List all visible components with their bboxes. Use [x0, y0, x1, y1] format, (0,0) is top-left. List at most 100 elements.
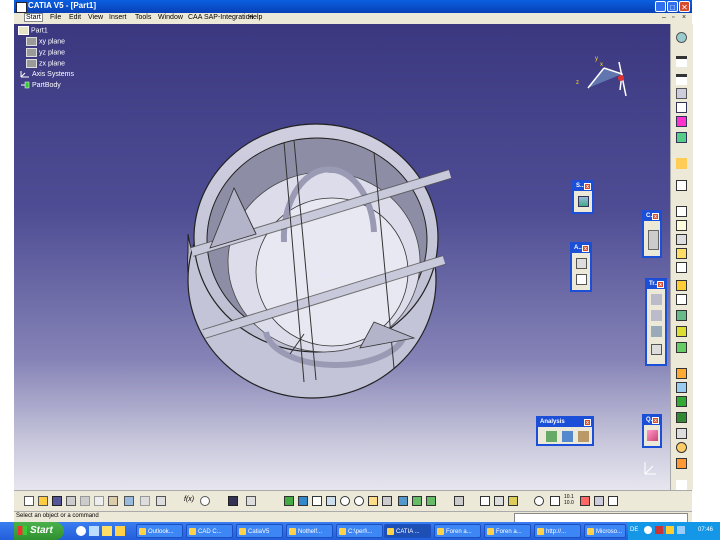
boolean-icon[interactable]: [676, 428, 687, 439]
doc-minimize-button[interactable]: –: [662, 14, 666, 21]
eraser-icon[interactable]: [608, 496, 618, 506]
multi-view-icon[interactable]: [382, 496, 392, 506]
task-outlook[interactable]: Outlook...: [136, 524, 183, 538]
diamond-icon[interactable]: [676, 132, 687, 143]
loft-icon[interactable]: [676, 310, 687, 321]
title-bar[interactable]: CATIA V5 - [Part1] _ □ ✕: [14, 0, 692, 13]
pad-icon[interactable]: [676, 206, 687, 217]
quicklaunch-desktop-icon[interactable]: [89, 526, 99, 536]
quicklaunch-app-icon[interactable]: [115, 526, 125, 536]
formula-button[interactable]: f(x): [184, 496, 194, 503]
paste-icon[interactable]: [108, 496, 118, 506]
palette-q[interactable]: Q... x: [642, 414, 662, 448]
quicklaunch-ie-icon[interactable]: [76, 526, 86, 536]
help-icon[interactable]: [156, 496, 166, 506]
tray-icon-1[interactable]: [644, 526, 652, 534]
task-http[interactable]: http://...: [534, 524, 581, 538]
draft-analysis-icon[interactable]: [546, 431, 557, 442]
task-perl[interactable]: C:\perl\...: [336, 524, 383, 538]
palette-s[interactable]: S... x: [572, 180, 594, 214]
language-indicator[interactable]: DE: [630, 527, 638, 533]
menu-start[interactable]: Start: [24, 13, 43, 22]
task-foren-2[interactable]: Foren a...: [484, 524, 531, 538]
quicklaunch-folder-icon[interactable]: [102, 526, 112, 536]
measure-between-icon[interactable]: [480, 496, 490, 506]
measure-item-icon[interactable]: [494, 496, 504, 506]
copy-icon[interactable]: [94, 496, 104, 506]
menu-view[interactable]: View: [88, 14, 103, 21]
doc-close-button[interactable]: ×: [682, 14, 686, 21]
constraint-tool-icon[interactable]: [648, 230, 659, 250]
rotate-tool-icon[interactable]: [651, 310, 662, 321]
fillet-icon[interactable]: [676, 326, 687, 337]
measure-icon[interactable]: [676, 116, 687, 127]
task-cad[interactable]: CAD C...: [186, 524, 233, 538]
maximize-button[interactable]: □: [667, 1, 678, 12]
palette-close-button[interactable]: x: [657, 281, 664, 288]
tree-node-xy-plane[interactable]: xy plane: [18, 37, 74, 48]
grid-tool-icon[interactable]: [576, 258, 587, 269]
doc-restore-button[interactable]: ▫: [672, 14, 674, 21]
rotate-view-icon[interactable]: [326, 496, 336, 506]
swap-visible-icon[interactable]: [246, 496, 256, 506]
tree-node-zx-plane[interactable]: zx plane: [18, 59, 74, 70]
shell-icon[interactable]: [676, 382, 687, 393]
3d-part-model[interactable]: [174, 122, 466, 400]
menu-caa-sap-integration[interactable]: CAA SAP-Integration: [188, 14, 253, 21]
print-icon[interactable]: [66, 496, 76, 506]
sphere-icon[interactable]: [676, 442, 687, 453]
rib-icon[interactable]: [676, 280, 687, 291]
tree-node-yz-plane[interactable]: yz plane: [18, 48, 74, 59]
tree-node-axis-systems[interactable]: Axis Systems: [18, 70, 74, 81]
start-button[interactable]: Start: [14, 522, 64, 540]
pocket-icon[interactable]: [676, 220, 687, 231]
hide-icon[interactable]: [454, 496, 464, 506]
groove-icon[interactable]: [676, 248, 687, 259]
menu-insert[interactable]: Insert: [109, 14, 127, 21]
scale-tool-icon[interactable]: [651, 344, 662, 355]
task-microsoft[interactable]: Microso...: [584, 524, 626, 538]
knowledge-icon[interactable]: [580, 496, 590, 506]
cut-icon[interactable]: [80, 496, 90, 506]
axis-icon[interactable]: [550, 496, 560, 506]
palette-analysis[interactable]: Analysis x: [536, 416, 594, 446]
shaft-icon[interactable]: [676, 234, 687, 245]
compass-icon[interactable]: y x z: [574, 50, 634, 100]
quality-tool-icon[interactable]: [647, 430, 658, 441]
menu-window[interactable]: Window: [158, 14, 183, 21]
text-tool-icon-2[interactable]: [676, 74, 687, 85]
palette-close-button[interactable]: x: [652, 417, 659, 424]
palette-c[interactable]: C... x: [642, 210, 662, 258]
thickness-analysis-icon[interactable]: [578, 431, 589, 442]
open-file-icon[interactable]: [38, 496, 48, 506]
sketch-icon[interactable]: [676, 180, 687, 191]
task-nothelf[interactable]: Nothelf...: [286, 524, 333, 538]
task-foren-1[interactable]: Foren a...: [434, 524, 481, 538]
thread-icon[interactable]: [676, 412, 687, 423]
tree-node-partbody[interactable]: PartBody: [18, 81, 74, 92]
material-icon[interactable]: [676, 458, 687, 469]
hole-icon[interactable]: [676, 262, 687, 273]
sketch-tool-icon[interactable]: [578, 196, 589, 207]
new-file-icon[interactable]: [24, 496, 34, 506]
text-tool-icon[interactable]: [676, 56, 687, 67]
tray-icon-3[interactable]: [666, 526, 674, 534]
tree-node-part1[interactable]: Part1: [18, 26, 74, 37]
fit-all-icon[interactable]: [298, 496, 308, 506]
draft-icon[interactable]: [676, 368, 687, 379]
parameters-icon[interactable]: [594, 496, 604, 506]
pan-icon[interactable]: [312, 496, 322, 506]
shading-edges-icon[interactable]: [426, 496, 436, 506]
minimize-button[interactable]: _: [655, 1, 666, 12]
fly-mode-icon[interactable]: [284, 496, 294, 506]
thickness-icon[interactable]: [676, 396, 687, 407]
comment-icon[interactable]: [200, 496, 210, 506]
translate-tool-icon[interactable]: [651, 294, 662, 305]
3d-viewport[interactable]: Part1 xy plane yz plane zx plane Axis Sy…: [14, 24, 670, 490]
menu-edit[interactable]: Edit: [69, 14, 81, 21]
menu-help[interactable]: Help: [248, 14, 262, 21]
update-icon[interactable]: [534, 496, 544, 506]
palette-close-button[interactable]: x: [582, 245, 589, 252]
zoom-in-icon[interactable]: [340, 496, 350, 506]
palette-a[interactable]: A... x: [570, 242, 592, 292]
